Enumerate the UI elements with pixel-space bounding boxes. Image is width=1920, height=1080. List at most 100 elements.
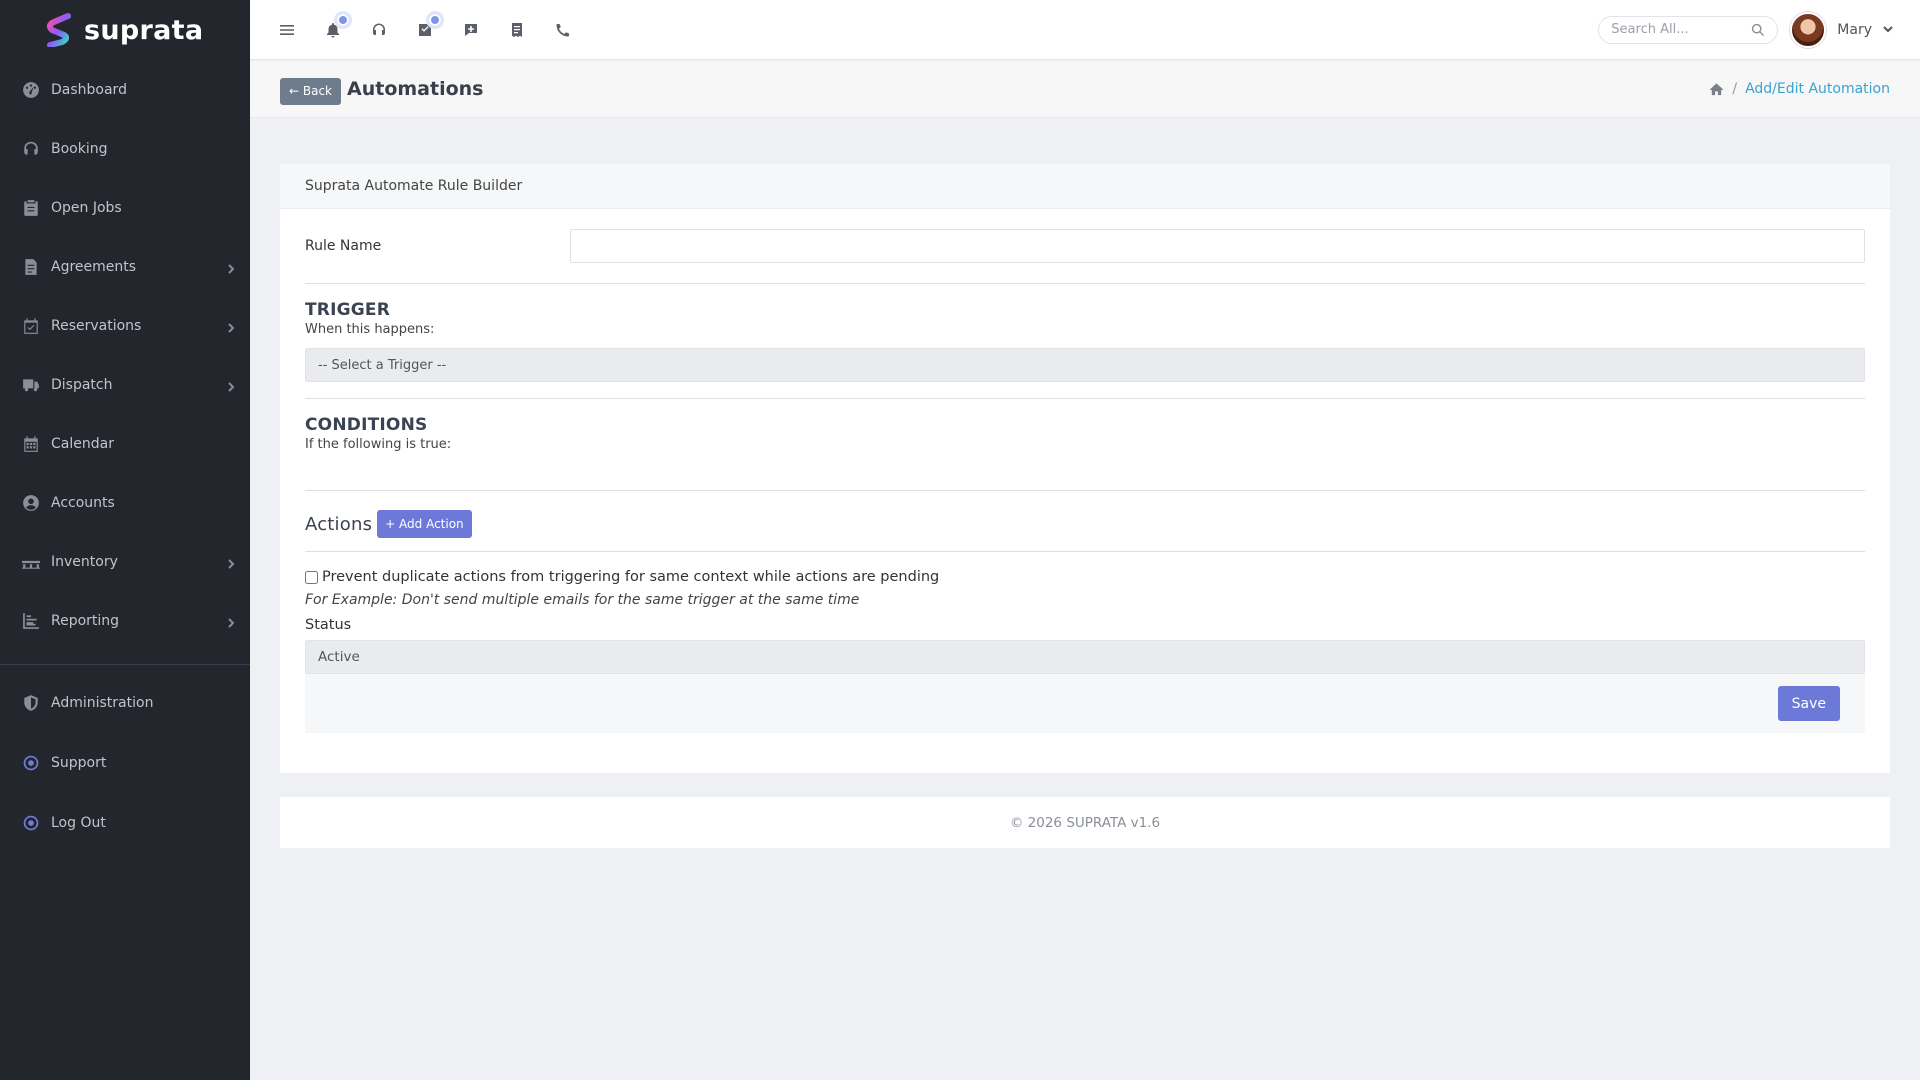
headset-icon: [22, 140, 40, 158]
sidebar-item-administration[interactable]: Administration: [0, 673, 250, 733]
save-button[interactable]: Save: [1777, 686, 1840, 721]
clipboard-icon: [22, 199, 40, 217]
user-name[interactable]: Mary: [1837, 22, 1872, 38]
dashboard-icon: [22, 81, 40, 99]
chevron-right-icon: [226, 321, 236, 333]
sidebar-item-label: Support: [51, 755, 107, 771]
chevron-right-icon: [226, 616, 236, 628]
conditions-subtitle: If the following is true:: [305, 437, 452, 452]
chevron-right-icon: [226, 380, 236, 392]
sidebar-item-accounts[interactable]: Accounts: [0, 473, 250, 532]
brand-name: suprata: [84, 14, 204, 46]
sidebar-item-label: Accounts: [51, 494, 115, 511]
page-header: ← Back Automations / Add/Edit Automation: [250, 61, 1920, 118]
breadcrumb-separator: /: [1732, 81, 1738, 97]
search-input[interactable]: [1611, 22, 1752, 37]
sidebar-item-label: Administration: [51, 695, 154, 711]
calendar-check-icon: [22, 317, 40, 335]
receipt-button[interactable]: [494, 0, 540, 60]
sidebar-item-dispatch[interactable]: Dispatch: [0, 355, 250, 414]
rule-builder-card: Suprata Automate Rule Builder Rule Name …: [280, 164, 1890, 773]
card-title: Suprata Automate Rule Builder: [280, 164, 1890, 209]
support-headset-button[interactable]: [356, 0, 402, 60]
rule-name-label: Rule Name: [305, 238, 382, 254]
sidebar-item-reporting[interactable]: Reporting: [0, 591, 250, 650]
sidebar-item-label: Booking: [51, 140, 108, 157]
pallet-icon: [22, 553, 40, 571]
conditions-section: CONDITIONS If the following is true:: [305, 399, 1865, 491]
calendar-icon: [22, 435, 40, 453]
chat-plus-icon: [465, 23, 477, 36]
notification-badge: [334, 10, 352, 29]
sidebar: suprata Dashboard Booking Open Jobs Agre…: [0, 0, 250, 1080]
chevron-down-icon[interactable]: [1882, 20, 1894, 39]
sidebar-item-booking[interactable]: Booking: [0, 119, 250, 178]
footer: © 2026 SUPRATA v1.6: [280, 797, 1890, 848]
document-icon: [22, 258, 40, 276]
avatar[interactable]: [1790, 11, 1827, 48]
add-action-button[interactable]: + Add Action: [377, 510, 472, 538]
duplicate-prevention-checkbox[interactable]: [305, 570, 318, 584]
sidebar-item-label: Inventory: [51, 553, 118, 570]
search-icon[interactable]: [1751, 23, 1765, 37]
trigger-title: TRIGGER: [305, 300, 391, 320]
user-circle-icon: [22, 494, 40, 512]
home-icon[interactable]: [1709, 82, 1724, 97]
duplicate-prevention-option[interactable]: Prevent duplicate actions from triggerin…: [305, 569, 1865, 585]
sidebar-item-label: Agreements: [51, 258, 137, 275]
phone-icon: [556, 23, 569, 36]
actions-section: Actions + Add Action: [305, 491, 1865, 552]
trigger-section: TRIGGER When this happens: -- Select a T…: [305, 284, 1865, 399]
brand-logo[interactable]: suprata: [0, 0, 250, 60]
new-message-button[interactable]: [448, 0, 494, 60]
sidebar-item-dashboard[interactable]: Dashboard: [0, 60, 250, 119]
chart-bar-icon: [22, 612, 40, 630]
sidebar-item-label: Log Out: [51, 815, 106, 831]
sidebar-item-label: Dispatch: [51, 376, 113, 393]
rule-name-input[interactable]: [570, 229, 1865, 263]
status-label: Status: [305, 617, 352, 633]
page-title: Automations: [347, 78, 484, 100]
sidebar-item-label: Reporting: [51, 612, 120, 629]
actions-title: Actions: [305, 513, 373, 535]
breadcrumb-current[interactable]: Add/Edit Automation: [1745, 81, 1890, 97]
sidebar-item-open-jobs[interactable]: Open Jobs: [0, 178, 250, 237]
sidebar-item-agreements[interactable]: Agreements: [0, 237, 250, 296]
trigger-select[interactable]: -- Select a Trigger --: [305, 348, 1865, 382]
notifications-button[interactable]: [310, 0, 356, 60]
sidebar-item-calendar[interactable]: Calendar: [0, 414, 250, 473]
example-hint: For Example: Don't send multiple emails …: [305, 592, 860, 608]
tasks-button[interactable]: [402, 0, 448, 60]
menu-icon: [280, 24, 294, 35]
sidebar-item-reservations[interactable]: Reservations: [0, 296, 250, 355]
sidebar-item-inventory[interactable]: Inventory: [0, 532, 250, 591]
shield-icon: [22, 694, 40, 712]
sidebar-item-support[interactable]: Support: [0, 733, 250, 793]
truck-icon: [22, 376, 40, 394]
phone-button[interactable]: [540, 0, 586, 60]
chevron-right-icon: [226, 557, 236, 569]
dot-circle-icon: [22, 814, 40, 832]
sidebar-item-label: Dashboard: [51, 81, 127, 98]
sidebar-item-label: Open Jobs: [51, 199, 122, 216]
duplicate-prevention-label: Prevent duplicate actions from triggerin…: [322, 569, 940, 585]
status-select[interactable]: Active: [305, 640, 1865, 674]
rule-name-row: Rule Name: [305, 209, 1865, 284]
headset-icon: [373, 23, 385, 35]
menu-toggle-button[interactable]: [264, 0, 310, 60]
save-bar: Save: [305, 674, 1865, 733]
sidebar-item-log-out[interactable]: Log Out: [0, 793, 250, 853]
sidebar-item-label: Calendar: [51, 435, 114, 452]
trigger-subtitle: When this happens:: [305, 322, 435, 337]
breadcrumb: / Add/Edit Automation: [1709, 81, 1890, 97]
global-search[interactable]: [1598, 15, 1779, 44]
suprata-logo-icon: [46, 13, 71, 47]
sidebar-divider: [0, 664, 250, 665]
dot-circle-icon: [22, 754, 40, 772]
chevron-right-icon: [226, 262, 236, 274]
back-button[interactable]: ← Back: [280, 77, 342, 105]
receipt-icon: [512, 22, 522, 37]
tasks-badge: [426, 10, 444, 29]
topbar: Mary: [250, 0, 1920, 60]
sidebar-item-label: Reservations: [51, 317, 142, 334]
